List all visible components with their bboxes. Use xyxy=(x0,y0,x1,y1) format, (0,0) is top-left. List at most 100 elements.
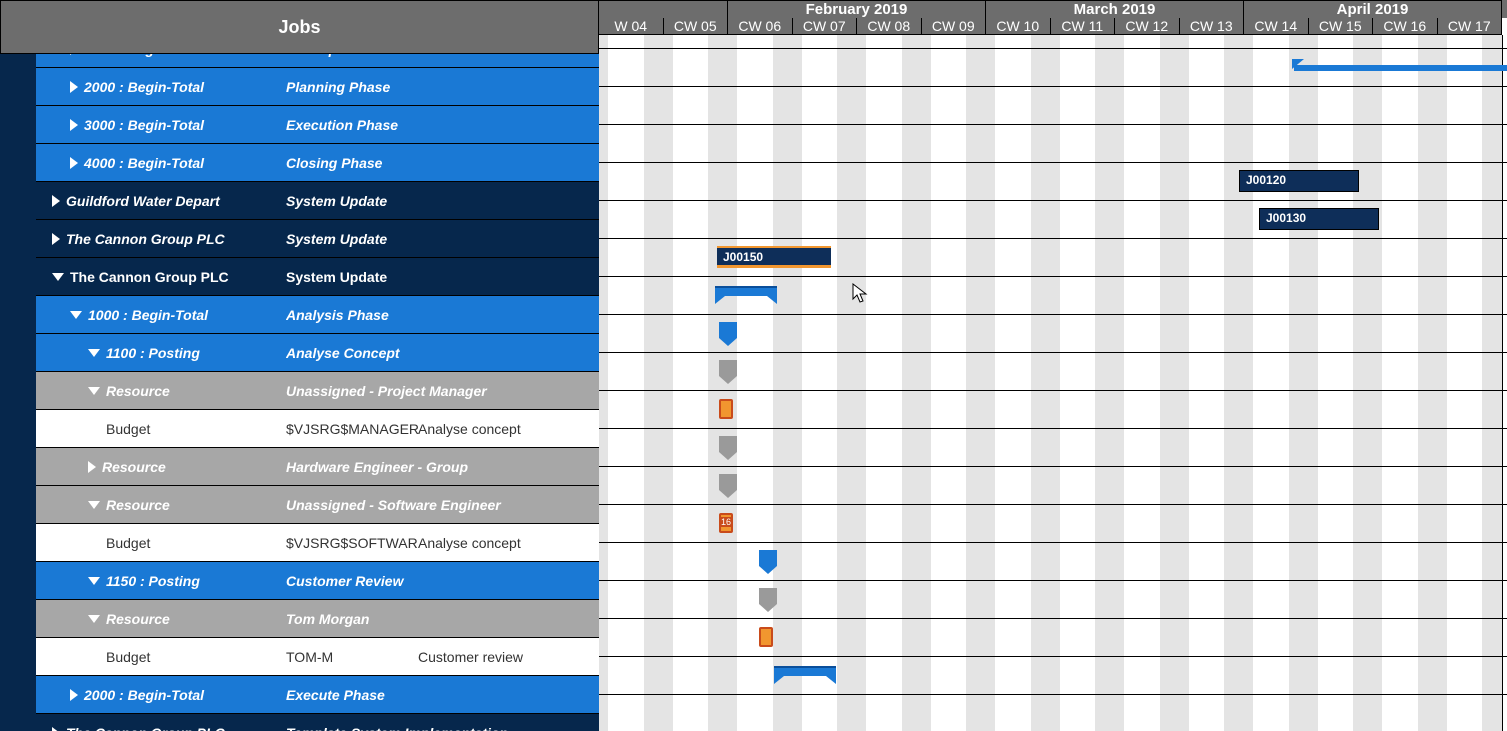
tree-row[interactable]: ResourceHardware Engineer - Group xyxy=(36,448,599,486)
tree-row-value: TOM-M xyxy=(286,649,418,665)
jobs-header-label: Jobs xyxy=(278,17,320,38)
gantt-row[interactable] xyxy=(599,49,1507,87)
tree-row[interactable]: Budget $VJSRG$MANAGERAnalyse concept xyxy=(36,410,599,448)
chevron-down-icon[interactable] xyxy=(88,577,100,585)
gantt-task[interactable] xyxy=(719,399,733,419)
chevron-right-icon[interactable] xyxy=(70,689,78,701)
tree-row[interactable]: The Cannon Group PLCSystem Update xyxy=(36,220,599,258)
gantt-row[interactable] xyxy=(599,315,1507,353)
gantt-task[interactable]: 16 xyxy=(719,513,733,533)
tree-row-label: System Update xyxy=(286,193,599,209)
gantt-row[interactable]: J00120 xyxy=(599,163,1507,201)
tree-row[interactable]: Resource Unassigned - Project Manager xyxy=(36,372,599,410)
gantt-milestone[interactable] xyxy=(759,550,777,566)
jobs-header: Jobs xyxy=(0,0,599,54)
chevron-right-icon[interactable] xyxy=(52,727,60,731)
chevron-right-icon[interactable] xyxy=(88,461,96,473)
gantt-row[interactable] xyxy=(599,619,1507,657)
tree-row[interactable]: ResourceTom Morgan xyxy=(36,600,599,638)
gantt-row[interactable] xyxy=(599,87,1507,125)
chevron-right-icon[interactable] xyxy=(70,54,78,55)
chevron-down-icon[interactable] xyxy=(70,311,82,319)
tree-row-code: Resource xyxy=(106,497,170,513)
gantt-row[interactable] xyxy=(599,543,1507,581)
gantt-row[interactable]: J00130 xyxy=(599,201,1507,239)
chevron-down-icon[interactable] xyxy=(88,501,100,509)
tree-row-label: Execution Phase xyxy=(286,117,599,133)
tree-row-code: The Cannon Group PLC xyxy=(66,725,225,731)
gantt-row[interactable] xyxy=(599,277,1507,315)
tree-row[interactable]: The Cannon Group PLCTemplate System Impl… xyxy=(36,714,599,731)
gantt-row[interactable] xyxy=(599,125,1507,163)
chevron-right-icon[interactable] xyxy=(70,157,78,169)
tree-row[interactable]: 1150 : PostingCustomer Review xyxy=(36,562,599,600)
tree-row-code: 4000 : Begin-Total xyxy=(84,155,204,171)
gantt-row[interactable] xyxy=(599,467,1507,505)
gantt-row[interactable]: J00150 xyxy=(599,239,1507,277)
gantt-bar-selected[interactable]: J00150 xyxy=(717,246,831,268)
tree-row-label: Customer Review xyxy=(286,573,599,589)
tree-row-code: 1000 : Begin-Total xyxy=(88,307,208,323)
tree-row-label: $VJSRG$SOFTWARAnalyse concept xyxy=(286,535,599,551)
tree-row[interactable]: The Cannon Group PLCSystem Update xyxy=(36,258,599,296)
chevron-down-icon[interactable] xyxy=(88,615,100,623)
chevron-right-icon[interactable] xyxy=(52,233,60,245)
tree-row[interactable]: 1100 : PostingAnalyse Concept xyxy=(36,334,599,372)
chevron-right-icon[interactable] xyxy=(70,119,78,131)
tree-row[interactable]: 2000 : Begin-TotalExecute Phase xyxy=(36,676,599,714)
chevron-right-icon[interactable] xyxy=(52,195,60,207)
tree-row-label: Analysis Phase xyxy=(286,307,599,323)
cursor-icon xyxy=(852,283,868,303)
gantt-row[interactable] xyxy=(599,11,1507,49)
tree-row-code: Resource xyxy=(106,383,170,399)
gantt-milestone[interactable] xyxy=(759,588,777,604)
tree-row-label: $VJSRG$MANAGERAnalyse concept xyxy=(286,421,599,437)
tree-row-label: Unassigned - Software Engineer xyxy=(286,497,599,513)
tree-row[interactable]: 4000 : Begin-TotalClosing Phase xyxy=(36,144,599,182)
tree-row-code: 1100 : Posting xyxy=(106,345,200,361)
tree-row-label: Planning Phase xyxy=(286,79,599,95)
tree-row-code: 2000 : Begin-Total xyxy=(84,79,204,95)
gantt-row[interactable]: 16 xyxy=(599,505,1507,543)
tree-row[interactable]: 2000 : Begin-Total Planning Phase xyxy=(36,68,599,106)
chevron-down-icon[interactable] xyxy=(88,349,100,357)
gantt-grid[interactable]: J00120 J00130 J00150 16 xyxy=(599,35,1507,731)
tree-row-code: Resource xyxy=(106,611,170,627)
gantt-row[interactable] xyxy=(599,353,1507,391)
gantt-summary-bar[interactable] xyxy=(774,666,836,676)
tree-row-code: Guildford Water Depart xyxy=(66,193,220,209)
chevron-down-icon[interactable] xyxy=(52,273,64,281)
gantt-bar[interactable]: J00120 xyxy=(1239,170,1359,192)
gantt-row[interactable] xyxy=(599,657,1507,695)
tree-row-value: $VJSRG$SOFTWAR xyxy=(286,535,418,551)
tree-row-code: Resource xyxy=(102,459,166,475)
gantt-milestone[interactable] xyxy=(719,322,737,338)
gantt-summary-bar[interactable] xyxy=(1294,65,1507,71)
gantt-row[interactable] xyxy=(599,429,1507,467)
tree-row[interactable]: Budget TOM-MCustomer review xyxy=(36,638,599,676)
tree-row-code: Budget xyxy=(106,421,150,437)
tree-row[interactable]: 1000 : Begin-Total Analysis Phase xyxy=(36,296,599,334)
chevron-right-icon[interactable] xyxy=(70,81,78,93)
tree-row[interactable]: Budget$VJSRG$SOFTWARAnalyse concept xyxy=(36,524,599,562)
gantt-bar[interactable]: J00130 xyxy=(1259,208,1379,230)
gantt-row[interactable] xyxy=(599,695,1507,731)
gantt-panel: February 2019March 2019April 2019 W 04CW… xyxy=(599,0,1507,731)
tree-row-label: Unassigned - Project Manager xyxy=(286,383,599,399)
tree-row-code: Budget xyxy=(106,649,150,665)
tree-row[interactable]: Guildford Water Depart System Update xyxy=(36,182,599,220)
gantt-task[interactable] xyxy=(759,627,773,647)
gantt-summary-bar[interactable] xyxy=(715,286,777,296)
tree-row-code: 2000 : Begin-Total xyxy=(84,687,204,703)
tree-row[interactable]: 1000 : Begin-TotalConceptual Phase xyxy=(36,54,599,68)
gantt-row[interactable] xyxy=(599,391,1507,429)
gantt-milestone[interactable] xyxy=(719,436,737,452)
tree-row[interactable]: Resource Unassigned - Software Engineer xyxy=(36,486,599,524)
gantt-row[interactable] xyxy=(599,581,1507,619)
gantt-milestone[interactable] xyxy=(719,474,737,490)
gantt-milestone[interactable] xyxy=(719,360,737,376)
tree-row-label: System Update xyxy=(286,269,599,285)
tree-row-desc: Customer review xyxy=(418,649,523,665)
tree-row[interactable]: 3000 : Begin-TotalExecution Phase xyxy=(36,106,599,144)
chevron-down-icon[interactable] xyxy=(88,387,100,395)
